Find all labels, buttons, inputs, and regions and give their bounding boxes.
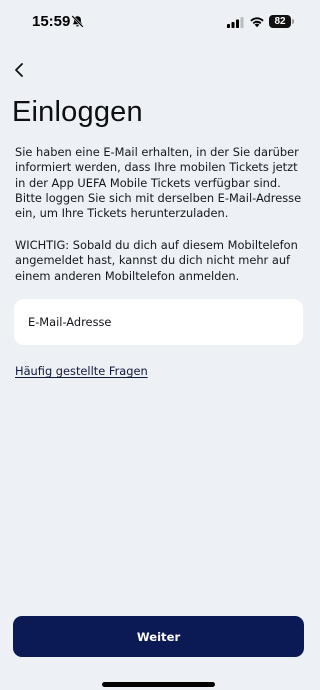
intro-text: Sie haben eine E-Mail erhalten, in der S… [15, 145, 302, 221]
warning-text: WICHTIG: Sobald du dich auf diesem Mobil… [15, 238, 298, 283]
login-screen: 15:59 82 Einloggen Sie haben eine E-Mail… [0, 0, 316, 690]
faq-link[interactable]: Häufig gestellte Fragen [15, 364, 148, 378]
page-title: Einloggen [12, 96, 143, 128]
battery-cap [292, 19, 294, 24]
email-field[interactable] [14, 299, 303, 345]
continue-button[interactable]: Weiter [13, 616, 304, 657]
status-time: 15:59 [32, 13, 71, 30]
home-indicator [102, 682, 215, 687]
wifi-icon [250, 17, 264, 28]
battery-icon: 82 [269, 15, 294, 28]
signal-icon [227, 17, 244, 28]
status-bar: 15:59 82 [0, 0, 316, 44]
battery-level: 82 [269, 15, 291, 28]
back-button[interactable] [8, 57, 30, 83]
bell-slash-icon [71, 15, 84, 28]
chevron-left-icon [15, 63, 23, 77]
